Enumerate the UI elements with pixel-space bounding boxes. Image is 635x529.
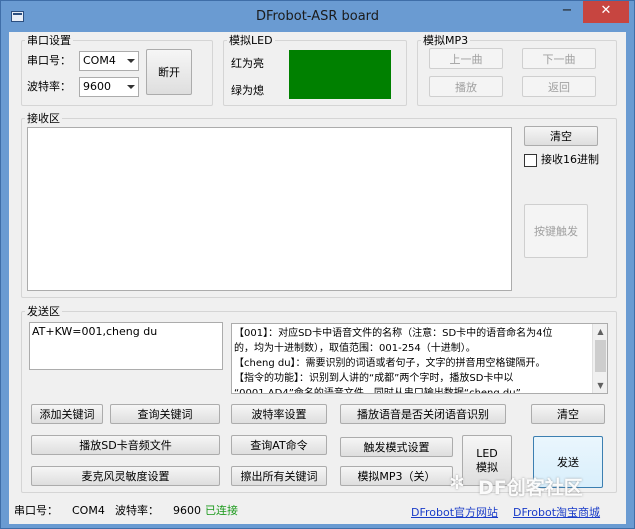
port-label: 串口号： bbox=[27, 54, 71, 67]
send-textbox-value: AT+KW=001,cheng du bbox=[32, 325, 158, 338]
receive-textbox[interactable] bbox=[27, 127, 512, 291]
hex-receive-checkbox[interactable] bbox=[524, 154, 537, 167]
info-line: 【指令的功能】：识别到人讲的“成都”两个字时，播放SD卡中以 bbox=[234, 373, 514, 384]
main-panel: 串口设置 串口号： COM4 波特率： 9600 断开 模拟LED 红为亮 绿为… bbox=[9, 32, 626, 524]
info-line: 【cheng du】：需要识别的词语或者句子，文字的拼音用空格键隔开。 bbox=[234, 358, 546, 369]
app-window: DFrobot-ASR board − ✕ 串口设置 串口号： COM4 波特率… bbox=[0, 0, 635, 529]
disconnect-button[interactable]: 断开 bbox=[146, 49, 192, 95]
serial-settings-legend: 串口设置 bbox=[25, 34, 73, 47]
led-sim-label-1: LED bbox=[476, 446, 498, 460]
status-port-value: COM4 bbox=[72, 504, 105, 517]
mic-sensitivity-button[interactable]: 麦克风灵敏度设置 bbox=[31, 466, 220, 486]
led-red-label: 红为亮 bbox=[231, 57, 264, 70]
trigger-mode-button[interactable]: 触发模式设置 bbox=[340, 437, 453, 457]
info-line: “0001 AD4”命名的语音文件，同时从串口输出数据“cheng du”。 bbox=[234, 388, 531, 394]
info-scrollbar[interactable]: ▲ ▼ bbox=[592, 324, 607, 393]
query-at-button[interactable]: 查询AT命令 bbox=[231, 435, 327, 455]
status-baud-value: 9600 bbox=[173, 504, 201, 517]
chevron-down-icon bbox=[127, 59, 135, 63]
scroll-up-icon[interactable]: ▲ bbox=[593, 324, 608, 339]
play-recognition-toggle-button[interactable]: 播放语音是否关闭语音识别 bbox=[340, 404, 506, 424]
receive-legend: 接收区 bbox=[25, 112, 62, 125]
official-site-link[interactable]: DFrobot官方网站 bbox=[411, 506, 498, 520]
scroll-down-icon[interactable]: ▼ bbox=[593, 378, 608, 393]
window-title: DFrobot-ASR board bbox=[255, 9, 380, 24]
watermark-logo-icon: ✲ bbox=[449, 472, 465, 494]
baud-select[interactable]: 9600 bbox=[79, 77, 139, 97]
play-sd-audio-button[interactable]: 播放SD卡音频文件 bbox=[31, 435, 220, 455]
command-info-textbox[interactable]: 【001】：对应SD卡中语音文件的名称（注意：SD卡中的语音命名为4位 的，均为… bbox=[231, 323, 608, 394]
hex-receive-label: 接收16进制 bbox=[541, 153, 599, 166]
baud-select-value: 9600 bbox=[83, 80, 111, 93]
status-baud-label: 波特率： bbox=[115, 504, 159, 517]
mp3-play-button[interactable]: 播放 bbox=[429, 76, 503, 97]
chevron-down-icon bbox=[127, 85, 135, 89]
send-legend: 发送区 bbox=[25, 305, 62, 318]
info-line: 【001】：对应SD卡中语音文件的名称（注意：SD卡中的语音命名为4位 bbox=[234, 328, 553, 339]
mp3-next-button[interactable]: 下一曲 bbox=[522, 48, 596, 69]
scroll-thumb[interactable] bbox=[595, 340, 606, 372]
title-bar[interactable]: DFrobot-ASR board − ✕ bbox=[1, 1, 634, 33]
watermark-text: DF创客社区 bbox=[478, 477, 583, 499]
key-trigger-button[interactable]: 按键触发 bbox=[524, 204, 588, 258]
erase-keywords-button[interactable]: 擦出所有关键词 bbox=[231, 466, 327, 486]
led-green-label: 绿为熄 bbox=[231, 84, 264, 97]
minimize-button[interactable]: − bbox=[554, 1, 580, 23]
port-select-value: COM4 bbox=[83, 54, 116, 67]
info-line: 的，均为十进制数），取值范围：001-254（十进制）。 bbox=[234, 343, 476, 354]
port-select[interactable]: COM4 bbox=[79, 51, 139, 71]
close-button[interactable]: ✕ bbox=[583, 1, 629, 23]
baud-label: 波特率： bbox=[27, 80, 71, 93]
baud-setting-button[interactable]: 波特率设置 bbox=[231, 404, 327, 424]
query-keyword-button[interactable]: 查询关键词 bbox=[110, 404, 220, 424]
mp3-prev-button[interactable]: 上一曲 bbox=[429, 48, 503, 69]
led-indicator bbox=[289, 50, 391, 99]
receive-clear-button[interactable]: 清空 bbox=[524, 126, 598, 146]
mp3-legend: 模拟MP3 bbox=[421, 34, 471, 47]
send-clear-button[interactable]: 清空 bbox=[531, 404, 605, 424]
taobao-store-link[interactable]: DFrobot淘宝商城 bbox=[513, 506, 600, 520]
add-keyword-button[interactable]: 添加关键词 bbox=[31, 404, 103, 424]
status-port-label: 串口号： bbox=[14, 504, 58, 517]
mp3-sim-toggle-button[interactable]: 模拟MP3（关） bbox=[340, 466, 453, 486]
connection-status: 已连接 bbox=[205, 504, 238, 517]
send-textbox[interactable]: AT+KW=001,cheng du bbox=[29, 322, 223, 370]
mp3-back-button[interactable]: 返回 bbox=[522, 76, 596, 97]
led-legend: 模拟LED bbox=[227, 34, 275, 47]
